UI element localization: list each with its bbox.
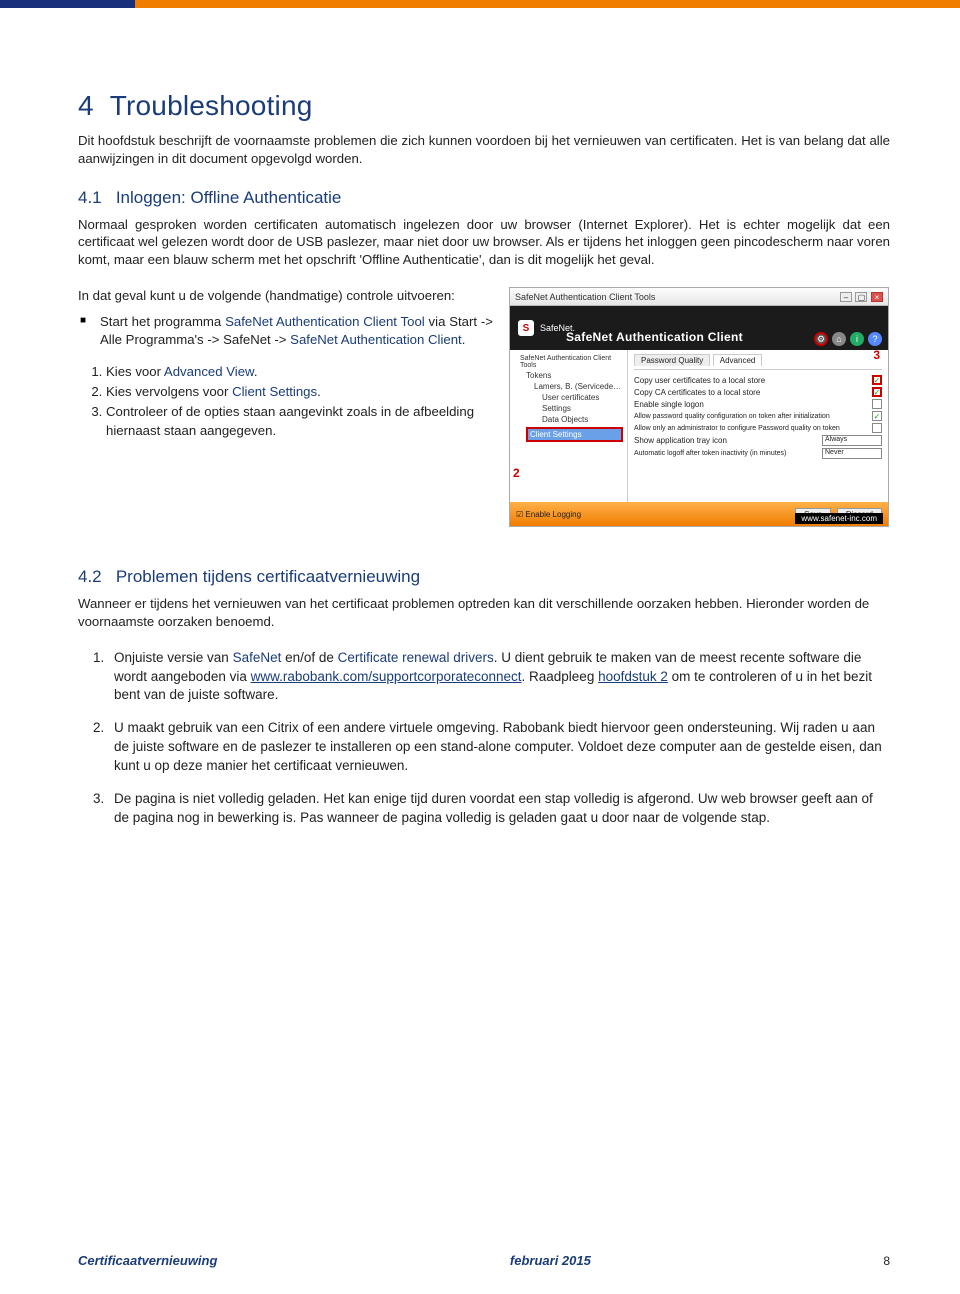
minimize-icon[interactable]: – — [840, 292, 852, 302]
footer-doc-title: Certificaatvernieuwing — [78, 1253, 217, 1268]
tab-advanced[interactable]: Advanced — [713, 354, 763, 366]
gear-icon[interactable]: ⚙ — [814, 332, 828, 346]
section-title: Problemen tijdens certificaatvernieuwing — [116, 567, 420, 586]
close-icon[interactable]: × — [871, 292, 883, 302]
s41-lead: In dat geval kunt u de volgende (handmat… — [78, 287, 493, 305]
help-icon[interactable]: ? — [868, 332, 882, 346]
safenet-logo-icon: S — [518, 320, 534, 336]
opt3-checkbox[interactable] — [872, 399, 882, 409]
section-4-1-heading: 4.1 Inloggen: Offline Authenticatie — [78, 188, 890, 208]
page-footer: Certificaatvernieuwing februari 2015 8 — [78, 1253, 890, 1268]
opt7-select[interactable]: Never — [822, 448, 882, 459]
opt4-label: Allow password quality configuration on … — [634, 413, 830, 420]
opt7-label: Automatic logoff after token inactivity … — [634, 450, 786, 457]
tab-password-quality[interactable]: Password Quality — [634, 354, 710, 366]
hoofdstuk-2-link[interactable]: hoofdstuk 2 — [598, 669, 668, 684]
window-title: SafeNet Authentication Client Tools — [515, 292, 655, 302]
step-2: Kies vervolgens voor Client Settings. — [106, 383, 493, 401]
s42-item-2: U maakt gebruik van een Citrix of een an… — [108, 719, 890, 776]
footer-page-number: 8 — [883, 1254, 890, 1268]
opt6-label: Show application tray icon — [634, 436, 727, 445]
intro-paragraph: Dit hoofdstuk beschrijft de voornaamste … — [78, 132, 890, 168]
accent-orange — [135, 0, 960, 8]
chapter-number: 4 — [78, 90, 94, 121]
opt2-label: Copy CA certificates to a local store — [634, 388, 760, 397]
section-4-2-heading: 4.2 Problemen tijdens certificaatvernieu… — [78, 567, 890, 587]
tree-client-settings[interactable]: Client Settings — [526, 427, 623, 442]
opt1-label: Copy user certificates to a local store — [634, 376, 765, 385]
enable-logging-label[interactable]: Enable Logging — [525, 510, 581, 519]
chapter-heading: 4 Troubleshooting — [78, 90, 890, 122]
s41-paragraph-1: Normaal gesproken worden certificaten au… — [78, 216, 890, 269]
rabobank-support-link[interactable]: www.rabobank.com/supportcorporateconnect — [251, 669, 522, 684]
safenet-tool-name: SafeNet Authentication Client Tool — [225, 314, 425, 329]
tree-view: SafeNet Authentication Client Tools Toke… — [510, 350, 628, 502]
tree-settings[interactable]: Settings — [514, 403, 623, 414]
section-title: Inloggen: Offline Authenticatie — [116, 188, 342, 207]
opt4-checkbox[interactable] — [872, 411, 882, 421]
opt5-checkbox[interactable] — [872, 423, 882, 433]
opt2-checkbox[interactable] — [872, 387, 882, 397]
safenet-client-name: SafeNet Authentication Client — [290, 332, 462, 347]
footer-date: februari 2015 — [510, 1253, 591, 1268]
tree-tokens[interactable]: Tokens — [514, 370, 623, 381]
app-banner: S SafeNet. SafeNet Authentication Client… — [510, 306, 888, 350]
vendor-url: www.safenet-inc.com — [795, 513, 883, 524]
accent-blue — [0, 0, 135, 8]
bullet-start-safenet: Start het programma SafeNet Authenticati… — [78, 313, 493, 349]
section-number: 4.1 — [78, 188, 102, 207]
step-1: Kies voor Advanced View. — [106, 363, 493, 381]
cert-renewal-drivers: Certificate renewal drivers — [338, 650, 494, 665]
info-icon[interactable]: i — [850, 332, 864, 346]
tree-root[interactable]: SafeNet Authentication Client Tools — [514, 354, 623, 370]
top-accent-bar — [0, 0, 960, 8]
opt6-select[interactable]: Always — [822, 435, 882, 446]
advanced-view-label: Advanced View — [164, 364, 254, 379]
maximize-icon[interactable]: ▢ — [855, 292, 867, 302]
s42-paragraph-1: Wanneer er tijdens het vernieuwen van he… — [78, 595, 890, 631]
section-number: 4.2 — [78, 567, 102, 586]
opt1-checkbox[interactable] — [872, 375, 882, 385]
client-settings-label: Client Settings — [232, 384, 317, 399]
tree-user-certs[interactable]: User certificates — [514, 392, 623, 403]
safenet-screenshot: SafeNet Authentication Client Tools – ▢ … — [509, 287, 889, 527]
opt3-label: Enable single logon — [634, 400, 704, 409]
tree-data-objects[interactable]: Data Objects — [514, 414, 623, 425]
banner-text: SafeNet Authentication Client — [566, 330, 743, 344]
safenet-name: SafeNet — [233, 650, 282, 665]
callout-2: 2 — [513, 466, 520, 480]
tree-card[interactable]: Lamers, B. (Servicede… — [514, 381, 623, 392]
opt5-label: Allow only an administrator to configure… — [634, 425, 840, 432]
window-titlebar: SafeNet Authentication Client Tools – ▢ … — [510, 288, 888, 306]
step-3: Controleer of de opties staan aangevinkt… — [106, 403, 493, 440]
home-icon[interactable]: ⌂ — [832, 332, 846, 346]
s42-item-3: De pagina is niet volledig geladen. Het … — [108, 790, 890, 828]
callout-3: 3 — [873, 348, 880, 362]
chapter-title: Troubleshooting — [110, 90, 313, 121]
s42-item-1: Onjuiste versie van SafeNet en/of de Cer… — [108, 649, 890, 706]
